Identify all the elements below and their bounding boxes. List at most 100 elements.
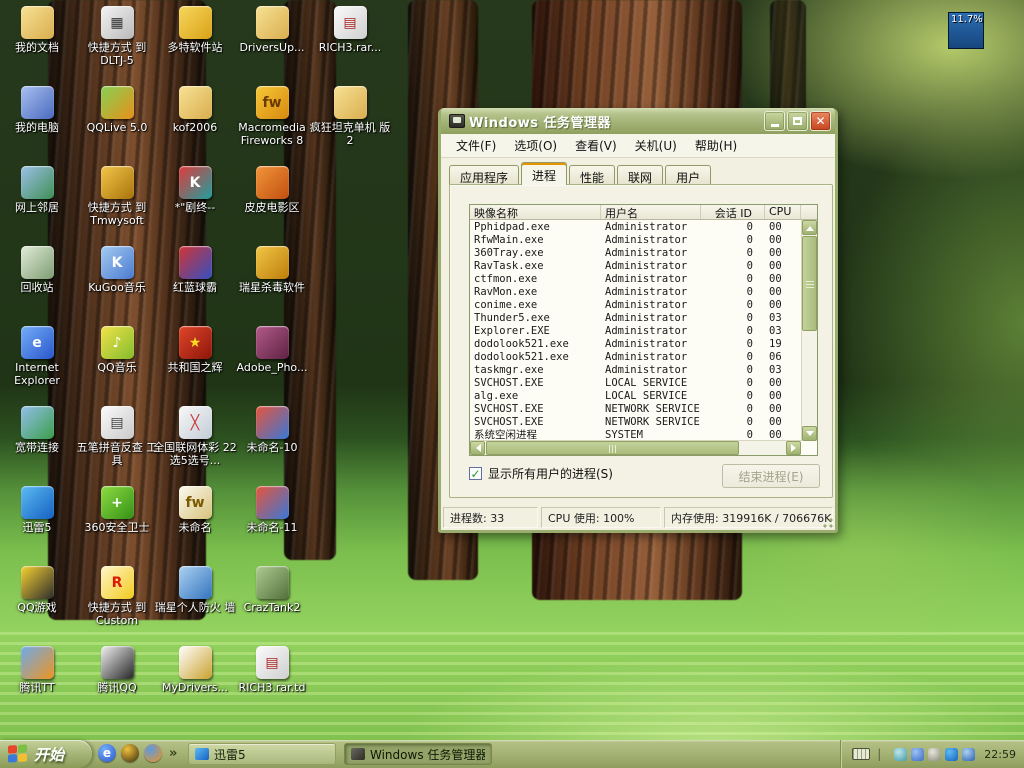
desktop-icon-broadband-connection[interactable]: 宽带连接: [0, 406, 80, 454]
desktop-icon-my-documents[interactable]: 我的文档: [0, 6, 80, 54]
desktop-icon-crazy-tank-folder[interactable]: 疯狂坦克单机 版2: [307, 86, 393, 147]
horizontal-scroll-thumb[interactable]: [486, 441, 739, 455]
thunder-tray-icon[interactable]: [945, 748, 958, 761]
column-header[interactable]: 映像名称: [470, 205, 601, 219]
minimize-button[interactable]: [764, 111, 785, 131]
desktop-icon-kof2006-folder[interactable]: kof2006: [152, 86, 238, 134]
desktop-icon-lottery-22x5[interactable]: ╳全国联网体彩 22选5选号...: [152, 406, 238, 467]
desktop-icon-my-computer[interactable]: 我的电脑: [0, 86, 80, 134]
tab-联网[interactable]: 联网: [617, 165, 663, 185]
vertical-scrollbar[interactable]: [801, 220, 817, 441]
desktop-icon-pipi-movies[interactable]: 皮皮电影区: [229, 166, 315, 214]
taskbar-task-thunder[interactable]: 迅雷5: [188, 743, 336, 765]
desktop-icon-juzhong-k[interactable]: K*"剧终--: [152, 166, 238, 214]
desktop-icon-rich3-rar[interactable]: ▤RICH3.rar...: [307, 6, 393, 54]
ie-quicklaunch-icon[interactable]: e: [98, 744, 116, 762]
desktop-icon-craztank2[interactable]: CrazTank2: [229, 566, 315, 614]
gold-emblem-quicklaunch-icon[interactable]: [121, 744, 139, 762]
desktop-icon-rising-firewall[interactable]: 瑞星个人防火 墙: [152, 566, 238, 614]
vertical-scroll-thumb[interactable]: [802, 236, 817, 331]
desktop-icon-rising-antivirus[interactable]: 瑞星杀毒软件: [229, 246, 315, 294]
column-header[interactable]: 用户名: [601, 205, 701, 219]
table-row[interactable]: taskmgr.exeAdministrator003: [470, 363, 801, 376]
desktop-icon-redblue-ball[interactable]: 红蓝球霸: [152, 246, 238, 294]
desktop-icon-republic-glory[interactable]: ★共和国之辉: [152, 326, 238, 374]
table-row[interactable]: 360Tray.exeAdministrator000: [470, 246, 801, 259]
tab-性能[interactable]: 性能: [569, 165, 615, 185]
desktop-icon-qq-music[interactable]: ♪QQ音乐: [74, 326, 160, 374]
table-row[interactable]: SVCHOST.EXENETWORK SERVICE000: [470, 402, 801, 415]
firewall-tray-icon[interactable]: [962, 748, 975, 761]
desktop-icon-label: 腾讯TT: [19, 681, 54, 694]
desktop-icon-untitled-10[interactable]: 未命名-10: [229, 406, 315, 454]
scroll-left-button[interactable]: [470, 441, 485, 455]
desktop-icon-untitled-fw[interactable]: fw未命名: [152, 486, 238, 534]
desktop-icon-tencent-qq[interactable]: 腾讯QQ: [74, 646, 160, 694]
table-row[interactable]: RavMon.exeAdministrator000: [470, 285, 801, 298]
desktop-icon-wubi-lookup[interactable]: ▤五笔拼音反查 工具: [74, 406, 160, 467]
desktop-icon-adobe-pho[interactable]: Adobe_Pho...: [229, 326, 315, 374]
desktop-icon-label: 共和国之辉: [168, 361, 223, 374]
menu-item[interactable]: 选项(O): [505, 134, 566, 157]
menu-item[interactable]: 帮助(H): [686, 134, 746, 157]
tab-应用程序[interactable]: 应用程序: [449, 165, 519, 185]
desktop-icon-360-safe[interactable]: +360安全卫士: [74, 486, 160, 534]
network-monitor-widget[interactable]: 11.7%: [948, 12, 984, 49]
desktop-icon-fireworks8[interactable]: fwMacromedia Fireworks 8: [229, 86, 315, 147]
column-header[interactable]: 会话 ID: [701, 205, 765, 219]
desktop-icon-kugoo-music[interactable]: KKuGoo音乐: [74, 246, 160, 294]
close-button[interactable]: ✕: [810, 111, 831, 131]
end-process-button[interactable]: 结束进程(E): [722, 464, 820, 488]
table-row[interactable]: dodolook521.exeAdministrator006: [470, 350, 801, 363]
desktop-icon-driversup-folder[interactable]: DriversUp...: [229, 6, 315, 54]
desktop-icon-shortcut-dltj5[interactable]: ▦快捷方式 到 DLTJ-5: [74, 6, 160, 67]
taskbar-task-taskmgr[interactable]: Windows 任务管理器: [344, 743, 492, 765]
desktop-icon-qqlive[interactable]: QQLive 5.0: [74, 86, 160, 134]
desktop-icon-qq-games[interactable]: QQ游戏: [0, 566, 80, 614]
menu-item[interactable]: 查看(V): [566, 134, 626, 157]
tray-clock[interactable]: 22:59: [984, 748, 1016, 761]
menu-item[interactable]: 文件(F): [447, 134, 505, 157]
desktop-icon-network-places[interactable]: 网上邻居: [0, 166, 80, 214]
tab-用户[interactable]: 用户: [665, 165, 711, 185]
title-bar[interactable]: Windows 任务管理器 ✕: [441, 108, 835, 134]
desktop-icon-rich3-rar-td[interactable]: ▤RICH3.rar.td: [229, 646, 315, 694]
horizontal-scrollbar[interactable]: [470, 440, 801, 455]
pipi-movies-icon: [256, 166, 289, 199]
desktop-icon-internet-explorer[interactable]: eInternet Explorer: [0, 326, 80, 387]
desktop-icon-shortcut-custom[interactable]: R快捷方式 到 Custom: [74, 566, 160, 627]
desktop-icon-duote-software[interactable]: 多特软件站: [152, 6, 238, 54]
scroll-up-button[interactable]: [802, 220, 817, 235]
table-row[interactable]: Explorer.EXEAdministrator003: [470, 324, 801, 337]
table-row[interactable]: conime.exeAdministrator000: [470, 298, 801, 311]
table-row[interactable]: SVCHOST.EXELOCAL SERVICE000: [470, 376, 801, 389]
desktop-icon-shortcut-tmwysoft[interactable]: 快捷方式 到 Tmwysoft: [74, 166, 160, 227]
quick-launch-overflow-chevron[interactable]: »: [169, 746, 177, 761]
desktop-icon-recycle-bin[interactable]: 回收站: [0, 246, 80, 294]
table-row[interactable]: Pphidpad.exeAdministrator000: [470, 220, 801, 233]
show-all-users-checkbox[interactable]: ✓: [469, 467, 482, 480]
desktop-icon-untitled-11[interactable]: 未命名-11: [229, 486, 315, 534]
table-row[interactable]: dodolook521.exeAdministrator019: [470, 337, 801, 350]
tt-browser-quicklaunch-icon[interactable]: [144, 744, 162, 762]
table-row[interactable]: RfwMain.exeAdministrator000: [470, 233, 801, 246]
column-header[interactable]: CPU: [765, 205, 801, 219]
wifi-tray-icon[interactable]: [894, 748, 907, 761]
menu-item[interactable]: 关机(U): [626, 134, 686, 157]
network-tray-icon[interactable]: [911, 748, 924, 761]
resize-grip[interactable]: [822, 517, 834, 529]
table-row[interactable]: Thunder5.exeAdministrator003: [470, 311, 801, 324]
maximize-button[interactable]: [787, 111, 808, 131]
start-button[interactable]: 开始: [0, 740, 92, 768]
scroll-right-button[interactable]: [786, 441, 801, 455]
desktop-icon-tencent-tt[interactable]: 腾讯TT: [0, 646, 80, 694]
keyboard-language-icon[interactable]: [852, 748, 870, 760]
scroll-down-button[interactable]: [802, 426, 817, 441]
table-row[interactable]: ctfmon.exeAdministrator000: [470, 272, 801, 285]
table-row[interactable]: RavTask.exeAdministrator000: [470, 259, 801, 272]
volume-tray-icon[interactable]: [928, 748, 941, 761]
table-row[interactable]: alg.exeLOCAL SERVICE000: [470, 389, 801, 402]
tab-进程[interactable]: 进程: [521, 162, 567, 185]
desktop-icon-thunder5[interactable]: 迅雷5: [0, 486, 80, 534]
desktop-icon-mydrivers[interactable]: MyDrivers...: [152, 646, 238, 694]
